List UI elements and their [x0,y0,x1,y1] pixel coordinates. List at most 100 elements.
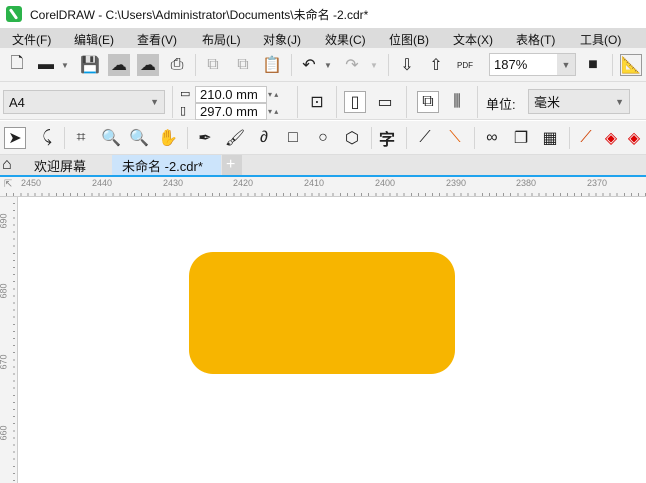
horizontal-ruler[interactable]: ⇱ 2450 2440 2430 2420 2410 2400 2390 238… [0,177,646,197]
connector-tool-icon[interactable]: ⟍ [444,127,466,149]
crop-tool-icon[interactable]: ⌗ [70,127,92,149]
units-label: 单位: [486,97,516,112]
tab-document[interactable]: 未命名 -2.cdr* [112,155,221,175]
menu-layout[interactable]: 布局(L) [202,31,241,48]
divider [291,54,292,76]
page-orientation-all-icon[interactable]: ⊡ [306,91,328,113]
height-stepper[interactable]: ▾ ▴ [268,107,278,116]
interactive-fill-icon[interactable]: ◈ [600,127,622,149]
new-document-icon[interactable]: 🗋 [6,54,28,76]
units-value: 毫米 [534,95,561,110]
page-height-field[interactable]: 297.0 mm [195,103,267,120]
window-title: CorelDRAW - C:\Users\Administrator\Docum… [30,7,369,22]
divider [406,127,407,149]
eyedropper-icon[interactable]: ⟋ [575,127,597,149]
ellipse-tool-icon[interactable]: ○ [312,127,334,149]
undo-icon[interactable]: ↶ [298,54,320,76]
cloud-import-icon[interactable]: ☁ [108,54,130,76]
import-icon[interactable]: ⇩ [396,54,418,76]
menu-edit[interactable]: 编辑(E) [74,31,114,48]
chevron-down-icon[interactable]: ▼ [61,61,69,70]
redo-icon[interactable]: ↷ [341,54,363,76]
menu-effects[interactable]: 效果(C) [325,31,366,48]
transparency-icon[interactable]: ▦ [539,127,561,149]
publish-pdf-icon[interactable]: PDF [454,54,476,76]
current-page-icon[interactable]: ⫼ [446,91,468,113]
blend-tool-icon[interactable]: ∞ [481,127,503,149]
chevron-down-icon[interactable]: ▼ [557,54,575,75]
print-icon[interactable]: ⎙ [166,54,188,76]
divider [371,127,372,149]
divider [64,127,65,149]
document-tabs: ⌂ 欢迎屏幕 未命名 -2.cdr* + [0,155,646,177]
page-width-value: 210.0 mm [200,87,258,102]
cut-icon[interactable]: ⧉ [202,54,224,76]
export-icon[interactable]: ⇧ [425,54,447,76]
shape-tool-icon[interactable]: ⤹ [36,127,58,149]
chevron-down-icon: ▼ [150,97,159,107]
units-select[interactable]: 毫米 ▼ [528,89,630,114]
pen-tool-icon[interactable]: ✒ [194,127,216,149]
chevron-down-icon[interactable]: ▼ [324,61,332,70]
ruler-label: 2430 [163,178,184,188]
menu-object[interactable]: 对象(J) [263,31,301,48]
page-width-field[interactable]: 210.0 mm [195,86,267,103]
property-bar: A4 ▼ ▭ 210.0 mm ▾ ▴ ▯ 297.0 mm ▾ ▴ ⊡ ▯ ▭… [0,82,646,120]
ruler-label: 690 [0,213,9,229]
ruler-label: 2400 [375,178,396,188]
divider [569,127,570,149]
all-pages-icon[interactable]: ⧉ [417,91,439,113]
ruler-label: 2390 [446,178,467,188]
zoom-out-icon[interactable]: 🔍 [128,127,150,149]
ruler-label: 2450 [21,178,42,188]
cloud-export-icon[interactable]: ☁ [137,54,159,76]
ruler-label: 660 [0,425,9,441]
toolbox: ➤ ⤹ ⌗ 🔍 🔍 ✋ ✒ 🖌 ∂ □ ○ ⬡ 字 ⟋ ⟍ ∞ ❐ ▦ ⟋ ◈ … [0,121,646,155]
menu-bitmaps[interactable]: 位图(B) [389,31,429,48]
portrait-icon[interactable]: ▯ [344,91,366,113]
paste-icon[interactable]: 📋 [261,54,283,76]
menu-file[interactable]: 文件(F) [12,31,51,48]
pick-tool-icon[interactable]: ➤ [4,127,26,149]
text-tool-icon[interactable]: 字 [376,127,398,149]
zoom-level-field[interactable]: 187% ▼ [489,53,576,76]
dimension-tool-icon[interactable]: ⟋ [414,127,436,149]
brush-tool-icon[interactable]: 🖌 [224,127,246,149]
menu-text[interactable]: 文本(X) [453,31,493,48]
chevron-down-icon[interactable]: ▼ [370,61,378,70]
ruler-label: 2440 [92,178,113,188]
menu-tools[interactable]: 工具(O) [580,31,621,48]
ruler-label: 2370 [587,178,608,188]
rectangle-tool-icon[interactable]: □ [282,127,304,149]
pan-hand-icon[interactable]: ✋ [157,127,179,149]
open-folder-icon[interactable]: ▬ [35,54,57,76]
divider [195,54,196,76]
page-size-select[interactable]: A4 ▼ [3,90,165,114]
copy-icon[interactable]: ⧉ [232,54,254,76]
menu-view[interactable]: 查看(V) [137,31,177,48]
home-icon[interactable]: ⌂ [0,155,22,175]
smart-fill-icon[interactable]: ◈ [623,127,645,149]
rounded-rectangle-shape[interactable] [189,252,455,374]
zoom-tool-icon[interactable]: 🔍 [100,127,122,149]
drop-shadow-icon[interactable]: ❐ [510,127,532,149]
save-icon[interactable]: 💾 [79,54,101,76]
divider [336,86,337,118]
divider [406,86,407,118]
page-size-value: A4 [9,94,25,110]
zoom-level-value: 187% [494,57,528,72]
menu-bar: 文件(F) 编辑(E) 查看(V) 布局(L) 对象(J) 效果(C) 位图(B… [0,28,646,48]
width-stepper[interactable]: ▾ ▴ [268,90,278,99]
landscape-icon[interactable]: ▭ [374,91,396,113]
freehand-curve-icon[interactable]: ∂ [253,127,275,149]
options-ruler-icon[interactable]: 📐 [620,54,642,76]
menu-table[interactable]: 表格(T) [516,31,555,48]
ruler-label: 2410 [304,178,325,188]
full-screen-icon[interactable]: ■ [582,54,604,76]
tab-welcome-screen[interactable]: 欢迎屏幕 [24,155,112,175]
new-tab-plus-icon[interactable]: + [222,155,242,175]
ruler-origin-icon[interactable]: ⇱ [4,179,12,190]
ruler-label: 2380 [516,178,537,188]
vertical-ruler[interactable]: 690 680 670 660 [0,197,18,483]
polygon-tool-icon[interactable]: ⬡ [341,127,363,149]
